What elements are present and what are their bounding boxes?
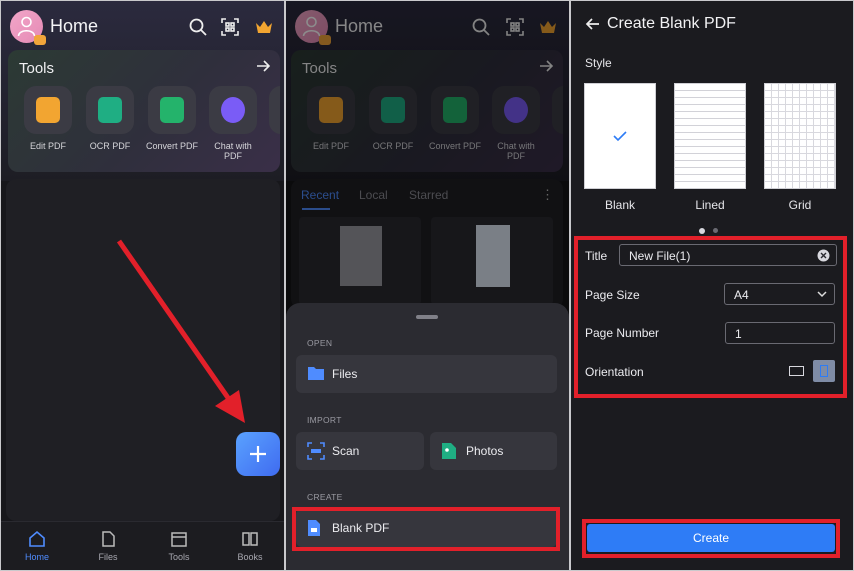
nav-books[interactable]: Books bbox=[220, 530, 280, 562]
style-label-blank: Blank bbox=[604, 198, 636, 212]
folder-icon bbox=[308, 367, 324, 380]
nav-label: Tools bbox=[168, 552, 190, 562]
section-open: OPEN bbox=[307, 338, 333, 348]
scan-icon bbox=[307, 442, 325, 460]
section-import: IMPORT bbox=[307, 415, 342, 425]
nav-label: Files bbox=[98, 552, 118, 562]
scan-label: Scan bbox=[332, 444, 360, 458]
photos-label: Photos bbox=[466, 444, 504, 458]
checkmark-icon bbox=[613, 131, 627, 142]
style-label: Style bbox=[585, 56, 612, 70]
file-icon bbox=[102, 531, 115, 547]
toolbox-icon bbox=[171, 532, 187, 547]
nav-tools[interactable]: Tools bbox=[149, 530, 209, 562]
nav-label: Home bbox=[24, 552, 49, 562]
create-blank-pdf-panel: Create Blank PDF Style Blank Lined Grid … bbox=[571, 1, 853, 570]
style-lined-option[interactable] bbox=[674, 83, 746, 189]
back-arrow-icon[interactable] bbox=[584, 16, 600, 32]
add-sheet-panel: Home Tools Edit PDF OCR PDF Convert PDF … bbox=[286, 1, 569, 570]
files-button[interactable]: Files bbox=[296, 355, 557, 393]
highlight-box bbox=[292, 507, 560, 551]
home-screen-panel: Home Tools Edit PDF OCR PDF Convert PDF … bbox=[1, 1, 284, 570]
nav-home[interactable]: Home bbox=[7, 530, 67, 562]
highlight-box bbox=[582, 519, 840, 558]
plus-icon bbox=[250, 446, 266, 462]
style-label-lined: Lined bbox=[695, 198, 725, 212]
nav-label: Books bbox=[237, 552, 263, 562]
page-dot-active bbox=[699, 228, 705, 234]
add-button[interactable] bbox=[236, 432, 280, 476]
section-create: CREATE bbox=[307, 492, 343, 502]
files-label: Files bbox=[332, 367, 358, 381]
photo-icon bbox=[442, 443, 456, 459]
page-title: Create Blank PDF bbox=[607, 15, 736, 32]
drag-handle[interactable] bbox=[416, 315, 438, 319]
page-dot bbox=[713, 228, 718, 233]
style-label-grid: Grid bbox=[788, 198, 812, 212]
home-icon bbox=[29, 530, 45, 547]
style-blank-option[interactable] bbox=[584, 83, 656, 189]
nav-files[interactable]: Files bbox=[78, 530, 138, 562]
photos-button[interactable]: Photos bbox=[430, 432, 557, 470]
style-grid-option[interactable] bbox=[764, 83, 836, 189]
highlight-box bbox=[574, 236, 847, 398]
scan-button[interactable]: Scan bbox=[296, 432, 424, 470]
book-icon bbox=[242, 532, 258, 546]
bottom-navigation: Home Files Tools Books bbox=[1, 521, 284, 570]
